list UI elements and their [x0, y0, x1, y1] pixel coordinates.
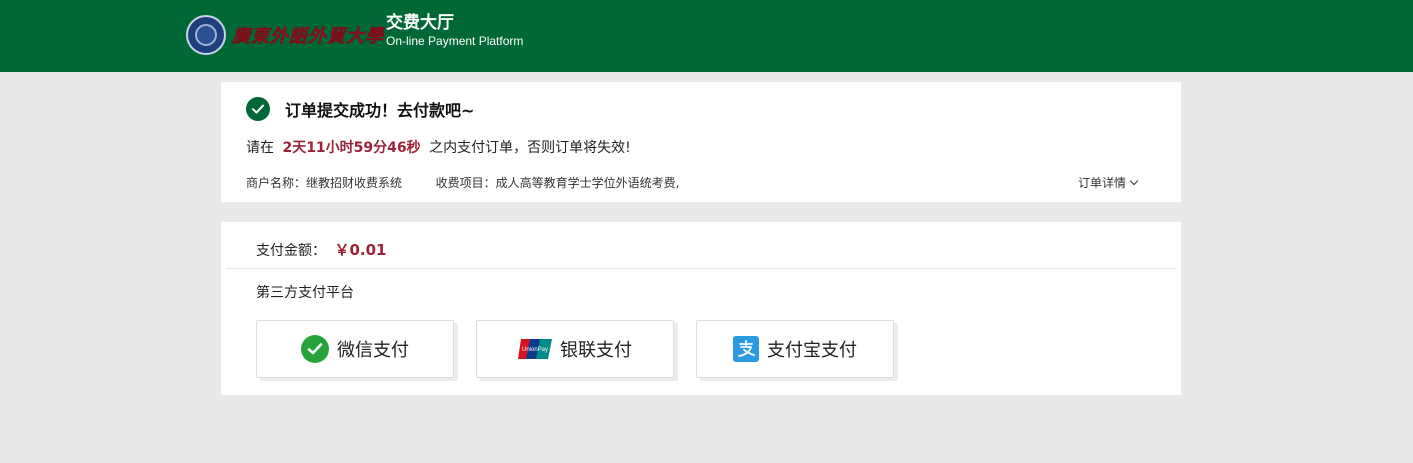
third-party-platform-label: 第三方支付平台 [256, 285, 354, 301]
unionpay-icon: UnionPay [518, 338, 552, 360]
page-title: 交费大厅 [386, 13, 454, 33]
check-circle-icon [246, 97, 270, 121]
order-details-label: 订单详情 [1077, 176, 1126, 190]
divider [226, 268, 1176, 269]
payment-panel: 支付金额： ￥0.01 第三方支付平台 微信支付 UnionPay 银联支付 支… [221, 222, 1181, 395]
charge-item: 收费项目：成人高等教育学士学位外语统考费, [435, 176, 680, 190]
success-title: 订单提交成功！去付款吧~ [285, 101, 475, 120]
success-message: 订单提交成功！去付款吧~ [246, 97, 474, 121]
order-summary-panel: 订单提交成功！去付款吧~ 请在 2天11小时59分46秒 之内支付订单，否则订单… [221, 82, 1181, 202]
university-name: 廣東外語外貿大學 [232, 26, 384, 47]
amount-value: ￥0.01 [334, 241, 387, 259]
svg-text:UnionPay: UnionPay [522, 347, 548, 353]
countdown-timer: 2天11小时59分46秒 [282, 140, 421, 156]
alipay-icon [733, 336, 759, 362]
payment-amount: 支付金额： ￥0.01 [256, 239, 386, 260]
deadline-prefix: 请在 [246, 140, 274, 156]
wechat-pay-button[interactable]: 微信支付 [256, 320, 454, 378]
top-header: 廣東外語外貿大學 交费大厅 On-line Payment Platform [0, 0, 1413, 72]
alipay-button[interactable]: 支付宝支付 [696, 320, 894, 378]
page-subtitle: On-line Payment Platform [386, 34, 524, 48]
order-details-toggle[interactable]: 订单详情 [1077, 174, 1139, 191]
amount-label: 支付金额： [256, 243, 326, 259]
wechat-pay-label: 微信支付 [337, 340, 409, 361]
merchant-name: 商户名称：继教招财收费系统 [246, 176, 403, 190]
unionpay-label: 银联支付 [560, 340, 632, 361]
university-logo[interactable]: 廣東外語外貿大學 [186, 14, 384, 56]
chevron-down-icon [1129, 176, 1139, 186]
deadline-suffix: 之内支付订单，否则订单将失效! [429, 140, 631, 156]
university-emblem-icon [186, 15, 226, 55]
order-info: 商户名称：继教招财收费系统 收费项目：成人高等教育学士学位外语统考费, [246, 174, 680, 191]
alipay-label: 支付宝支付 [767, 340, 857, 361]
wechat-icon [301, 335, 329, 363]
unionpay-button[interactable]: UnionPay 银联支付 [476, 320, 674, 378]
payment-deadline: 请在 2天11小时59分46秒 之内支付订单，否则订单将失效! [246, 137, 631, 157]
